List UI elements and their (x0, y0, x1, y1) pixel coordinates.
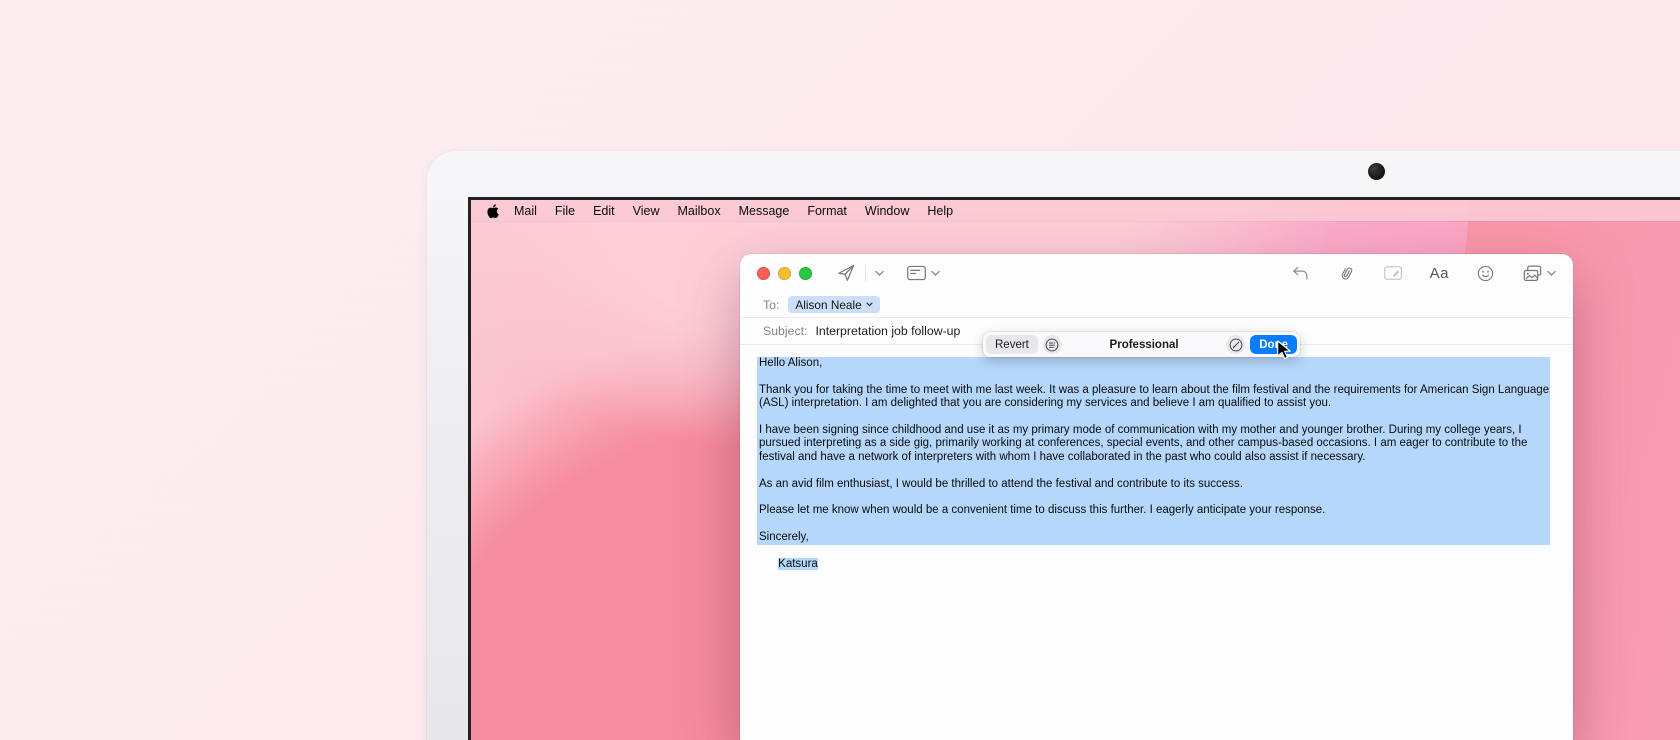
menu-item[interactable]: Window (856, 204, 918, 218)
format-text-icon[interactable]: Aa (1430, 265, 1449, 282)
body-line (759, 491, 1550, 504)
body-line: I have been signing since childhood and … (759, 424, 1550, 437)
menu-item[interactable]: Format (798, 204, 856, 218)
menu-item[interactable]: Help (918, 204, 962, 218)
body-line: pursued interpreting as a side gig, prim… (759, 437, 1550, 450)
mouse-cursor-icon (1276, 340, 1292, 361)
body-line: Please let me know when would be a conve… (759, 504, 1550, 517)
photo-browser-icon[interactable] (1522, 264, 1543, 283)
window-controls (757, 267, 812, 280)
header-fields-chevron-icon[interactable] (931, 270, 940, 277)
toolbar-right-icons: Aa (1291, 264, 1556, 283)
recipient-token[interactable]: Alison Neale (788, 296, 879, 313)
to-label: To: (763, 298, 779, 312)
toolbar-divider (865, 265, 866, 281)
body-line: (ASL) interpretation. I am delighted tha… (759, 397, 1550, 410)
to-field-row[interactable]: To: Alison Neale (740, 292, 1573, 318)
body-line: festival and have a network of interpret… (759, 451, 1550, 464)
send-icon[interactable] (836, 263, 856, 283)
body-line (759, 518, 1550, 531)
body-line (759, 464, 1550, 477)
photo-browser-chevron-icon[interactable] (1547, 270, 1556, 277)
undo-icon[interactable] (1291, 265, 1310, 282)
body-line: Hello Alison, (759, 357, 1550, 370)
body-line: As an avid film enthusiast, I would be t… (759, 478, 1550, 491)
recipient-chevron-icon (866, 302, 873, 307)
menu-item[interactable]: Message (730, 204, 799, 218)
markup-icon[interactable] (1383, 264, 1403, 282)
body-line (759, 411, 1550, 424)
body-line (759, 370, 1550, 383)
signature-line: Katsura (757, 545, 1573, 585)
minimize-button[interactable] (778, 267, 791, 280)
attachment-icon[interactable] (1337, 264, 1356, 283)
subject-label: Subject: (763, 324, 807, 338)
close-button[interactable] (757, 267, 770, 280)
compose-toolbar: Aa (740, 254, 1573, 292)
menu-item[interactable]: Mailbox (669, 204, 730, 218)
menu-items: MailFileEditViewMailboxMessageFormatWind… (505, 204, 962, 218)
apple-logo-icon[interactable] (486, 203, 499, 219)
subject-value: Interpretation job follow-up (815, 324, 960, 338)
mail-compose-window: Aa (740, 254, 1573, 740)
header-fields-icon[interactable] (906, 264, 927, 282)
menu-bar: MailFileEditViewMailboxMessageFormatWind… (471, 200, 1680, 221)
writing-tools-style-icon[interactable] (1043, 335, 1062, 354)
revert-button[interactable]: Revert (986, 335, 1038, 354)
message-body-area[interactable]: Hello Alison, Thank you for taking the t… (740, 345, 1573, 585)
menu-item[interactable]: View (624, 204, 669, 218)
send-options-chevron-icon[interactable] (875, 270, 884, 277)
menu-item[interactable]: Mail (505, 204, 546, 218)
recipient-name: Alison Neale (795, 298, 861, 312)
body-line: Sincerely, (759, 531, 1550, 544)
facetime-camera (1368, 163, 1385, 180)
style-label: Professional (1067, 339, 1221, 351)
selected-text-block: Hello Alison, Thank you for taking the t… (757, 357, 1550, 545)
menu-item[interactable]: Edit (584, 204, 624, 218)
rewrite-icon[interactable] (1226, 335, 1245, 354)
menu-item[interactable]: File (546, 204, 584, 218)
signature-name: Katsura (778, 558, 818, 570)
writing-tools-bar: Revert Professional Done (983, 332, 1300, 357)
zoom-button[interactable] (799, 267, 812, 280)
emoji-icon[interactable] (1476, 264, 1495, 283)
body-line: Thank you for taking the time to meet wi… (759, 384, 1550, 397)
